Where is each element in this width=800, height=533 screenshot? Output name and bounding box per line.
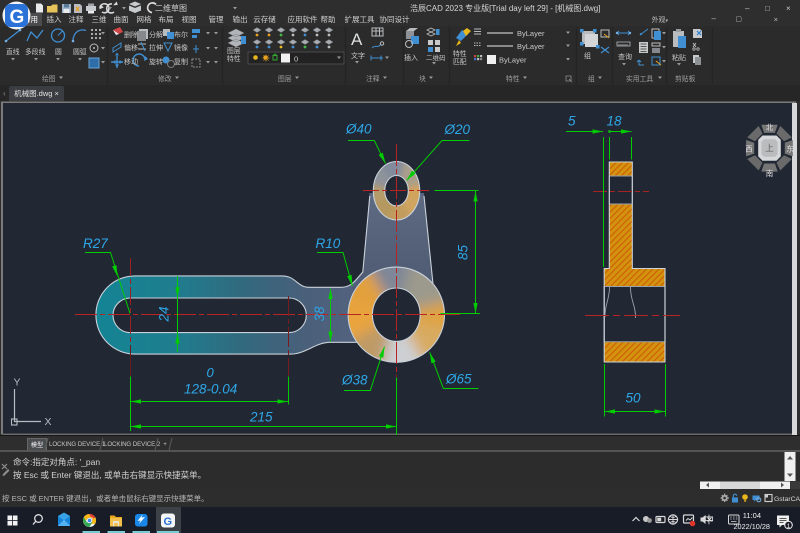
svg-text:Ø20: Ø20 [444, 122, 471, 137]
svg-text:85: 85 [456, 245, 471, 261]
svg-text:Ø38: Ø38 [341, 373, 368, 388]
svg-text:图层: 图层 [278, 75, 292, 83]
svg-text:128-0.04: 128-0.04 [184, 382, 237, 397]
svg-text:50: 50 [626, 391, 642, 406]
svg-text:特性: 特性 [227, 54, 241, 63]
svg-text:Ø40: Ø40 [345, 122, 372, 137]
svg-text:圆弧: 圆弧 [73, 47, 87, 56]
svg-text:绘图: 绘图 [42, 74, 56, 83]
svg-text:R10: R10 [316, 236, 341, 251]
svg-text:ByLayer: ByLayer [517, 42, 545, 51]
svg-text:Ø65: Ø65 [445, 372, 472, 387]
svg-text:偏移: 偏移 [124, 43, 138, 52]
svg-text:东: 东 [786, 144, 794, 154]
svg-text:Y: Y [14, 377, 21, 389]
svg-text:圆: 圆 [55, 48, 62, 56]
svg-text:0: 0 [207, 365, 215, 380]
svg-text:查询: 查询 [618, 52, 632, 61]
svg-text:插入: 插入 [404, 53, 418, 62]
svg-text:图层: 图层 [227, 47, 241, 55]
svg-text:组: 组 [584, 51, 591, 60]
svg-text:块: 块 [419, 74, 426, 83]
svg-text:上: 上 [765, 143, 774, 153]
svg-text:2022/10/28: 2022/10/28 [733, 522, 770, 531]
svg-text:中: 中 [704, 514, 714, 527]
svg-text:38: 38 [312, 306, 327, 322]
svg-text:X: X [45, 416, 52, 428]
svg-text:南: 南 [766, 168, 774, 178]
svg-text:G: G [164, 516, 173, 528]
svg-text:修改: 修改 [158, 74, 172, 83]
svg-text:二维码: 二维码 [426, 53, 446, 62]
svg-text:5: 5 [568, 114, 576, 129]
svg-text:镜像: 镜像 [174, 43, 188, 52]
svg-text:二维草图: 二维草图 [155, 3, 187, 13]
svg-text:18: 18 [607, 114, 623, 129]
svg-text:ByLayer: ByLayer [499, 56, 527, 65]
svg-text:拉伸: 拉伸 [149, 43, 163, 52]
svg-text:粘贴: 粘贴 [672, 53, 686, 62]
svg-text:匹配: 匹配 [453, 58, 467, 66]
svg-text:直线: 直线 [6, 47, 20, 56]
svg-text:组: 组 [588, 74, 595, 83]
svg-text:注释: 注释 [366, 74, 380, 83]
svg-text:ByLayer: ByLayer [517, 29, 545, 38]
svg-text:北: 北 [766, 123, 774, 132]
svg-text:旋转: 旋转 [149, 57, 163, 66]
svg-text:0: 0 [294, 55, 298, 64]
svg-text:GstarCAD: GstarCAD [774, 496, 800, 503]
svg-text:1: 1 [787, 523, 791, 530]
svg-text:实用工具: 实用工具 [626, 74, 653, 83]
svg-text:文字: 文字 [351, 51, 365, 60]
svg-text:布尔: 布尔 [174, 30, 188, 39]
svg-text:西: 西 [745, 145, 753, 154]
svg-text:剪贴板: 剪贴板 [675, 74, 696, 83]
svg-text:G: G [10, 7, 25, 28]
svg-text:复制: 复制 [174, 57, 188, 66]
svg-text:24: 24 [157, 306, 172, 322]
svg-text:移动: 移动 [124, 57, 138, 66]
svg-text:多段线: 多段线 [25, 47, 46, 56]
svg-text:215: 215 [249, 410, 273, 425]
svg-text:特性: 特性 [506, 74, 520, 83]
svg-text:分解: 分解 [149, 30, 163, 39]
svg-text:R27: R27 [83, 236, 108, 251]
svg-text:A: A [351, 30, 363, 49]
svg-text:特性: 特性 [453, 49, 467, 58]
svg-text:11:04: 11:04 [743, 511, 761, 520]
svg-text:删除: 删除 [124, 30, 138, 39]
